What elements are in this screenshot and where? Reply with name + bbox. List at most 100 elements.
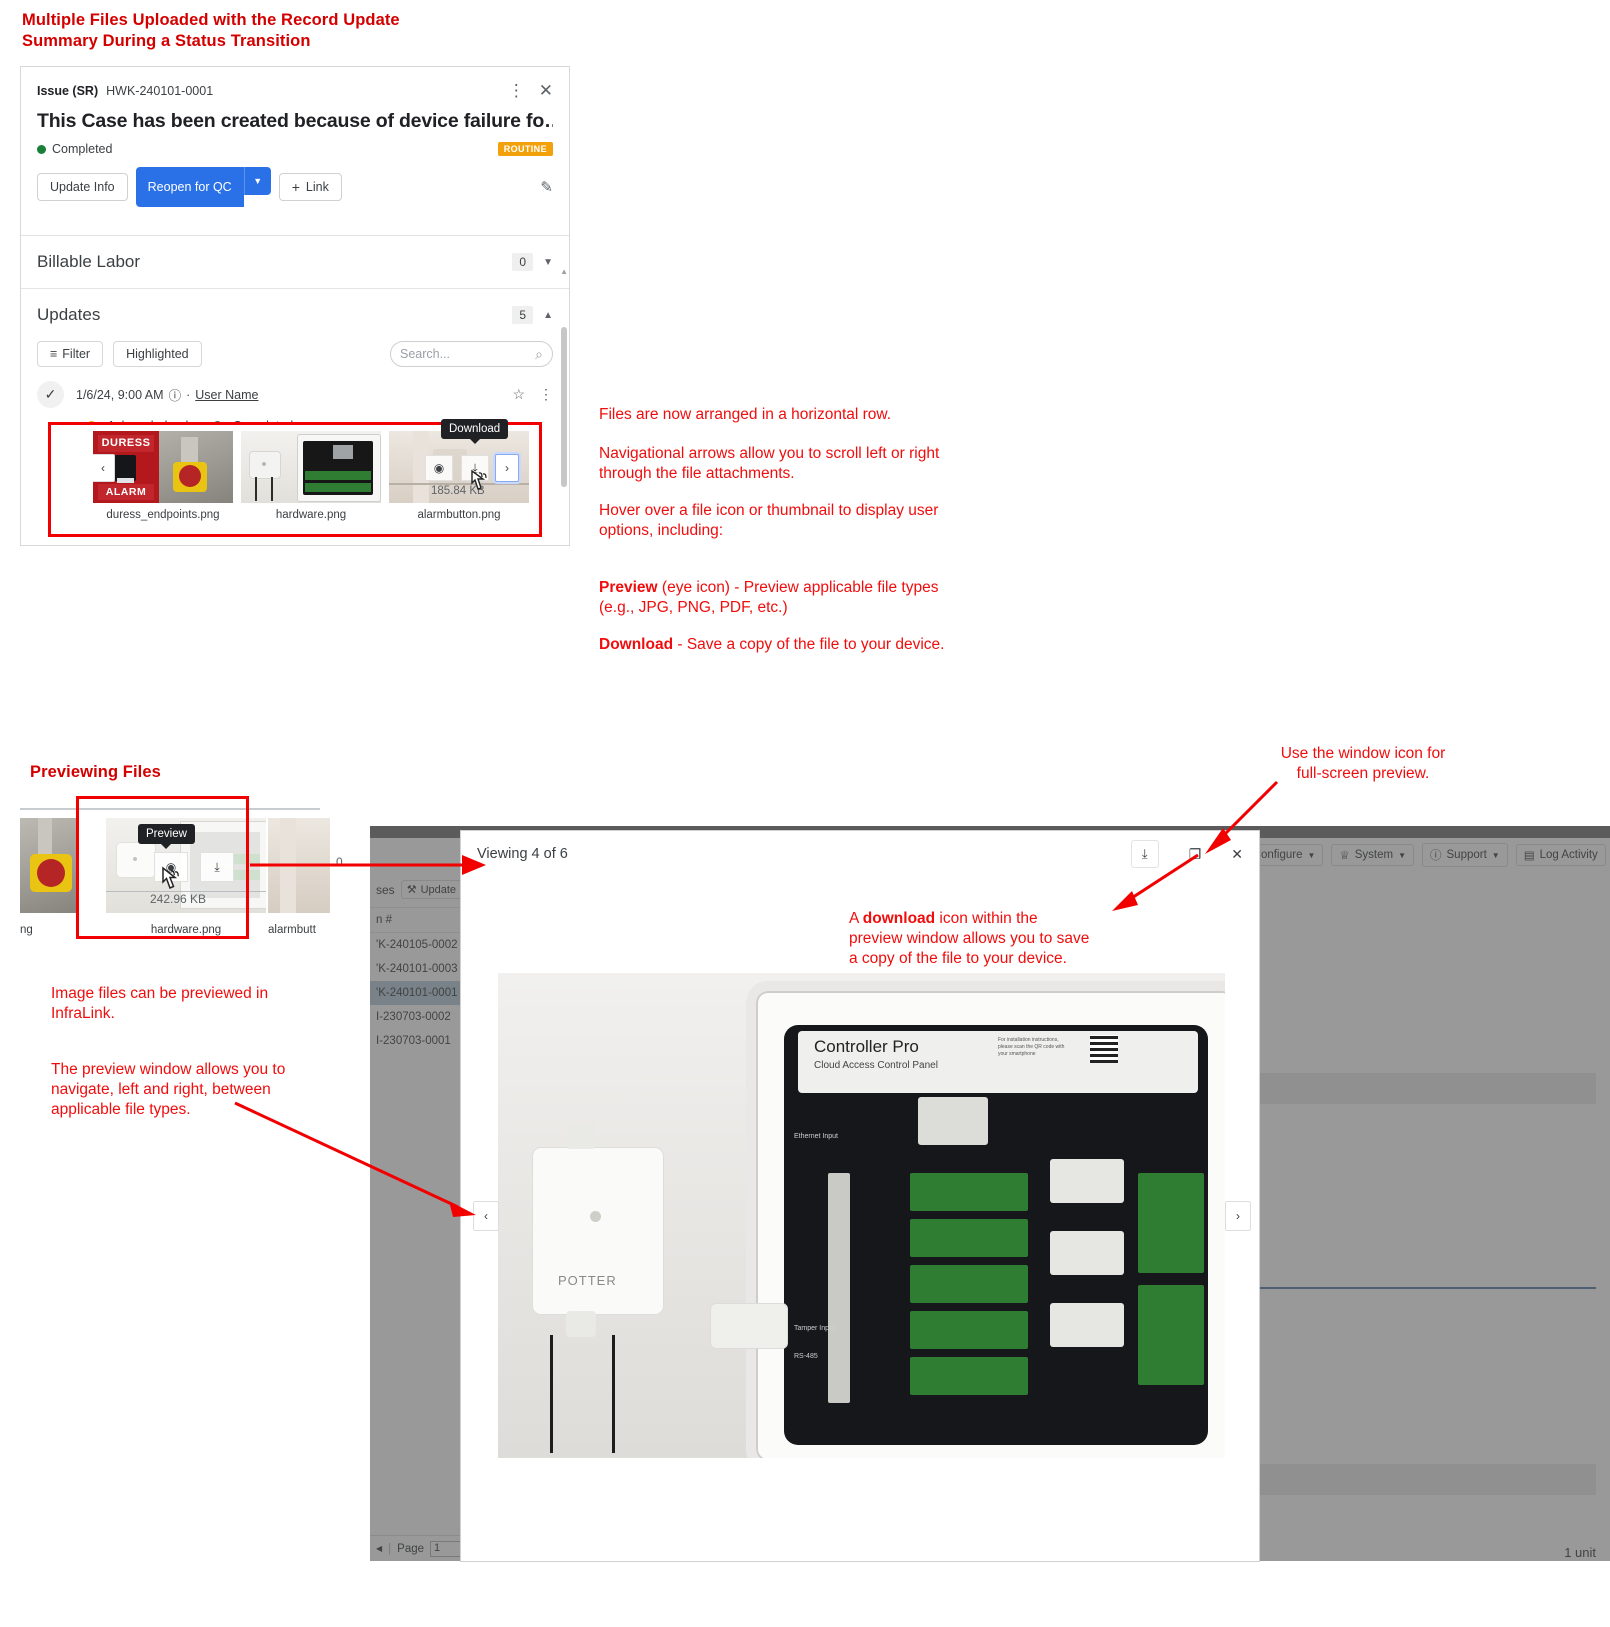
- issue-type-label: Issue (SR): [37, 84, 99, 98]
- issue-action-buttons: Update Info Reopen for QC ▼ + Link ✎: [37, 167, 553, 207]
- download-tooltip: Download: [441, 419, 509, 444]
- annotation-preview-navigate: The preview window allows you to navigat…: [51, 1061, 286, 1118]
- more-options-icon[interactable]: ⋮: [508, 81, 525, 101]
- file-item-hovered[interactable]: ◉ ⤓ 185.84 KB alarmbutton.png Download ›: [389, 419, 529, 521]
- file-thumbnail-row: DURESS ALARM ‹ duress_endpoints.png hard…: [51, 419, 539, 521]
- annotation-files-horizontal: Files are now arranged in a horizontal r…: [599, 406, 892, 423]
- file-strip-prev-arrow[interactable]: ‹: [93, 454, 115, 482]
- viewing-counter: Viewing 4 of 6: [477, 846, 568, 862]
- updates-title: Updates: [37, 305, 101, 324]
- file-thumbnail-partial-left[interactable]: [20, 818, 78, 913]
- filter-button[interactable]: ≡ Filter: [37, 341, 104, 367]
- file-strip-next-arrow[interactable]: ›: [495, 454, 519, 482]
- file-name: duress_endpoints.png: [106, 509, 220, 521]
- preview-modal-header: Viewing 4 of 6 ⤓ ❐ ✕: [461, 831, 1259, 877]
- annotation-download-pre: A: [849, 910, 863, 927]
- preview-image-label-tamper: Tamper Input: [794, 1325, 835, 1332]
- info-icon[interactable]: ⓘ: [169, 385, 182, 404]
- reopen-for-qc-button[interactable]: Reopen for QC: [135, 167, 244, 207]
- issue-card-body: Billable Labor 0 ▼ Updates 5 ▲ ≡ Filter …: [21, 235, 569, 433]
- billable-labor-title: Billable Labor: [37, 252, 141, 271]
- preview-next-arrow[interactable]: ›: [1225, 1201, 1251, 1231]
- annotation-download: Download - Save a copy of the file to yo…: [599, 615, 1029, 655]
- section-updates[interactable]: Updates 5 ▲: [21, 289, 569, 341]
- search-input[interactable]: Search... ⌕: [390, 341, 553, 367]
- partial-count-text: 0: [336, 855, 343, 869]
- issue-identity-row: Issue (SR) HWK-240101-0001 ⋮ ✕: [37, 81, 553, 101]
- close-icon[interactable]: ✕: [539, 81, 553, 101]
- file-thumbnail-duress[interactable]: DURESS ALARM ‹: [93, 431, 233, 503]
- fullscreen-window-icon[interactable]: ❐: [1189, 846, 1202, 863]
- annotation-preview-bold: Preview: [599, 579, 658, 596]
- file-thumbnail-partial-right[interactable]: [268, 818, 330, 913]
- status-label: Completed: [52, 142, 113, 156]
- separator: ·: [186, 387, 191, 402]
- file-name: alarmbutton.png: [417, 509, 501, 521]
- link-button[interactable]: + Link: [278, 173, 342, 201]
- annotation-download-rest: - Save a copy of the file to your device…: [673, 636, 945, 653]
- highlighted-button[interactable]: Highlighted: [113, 341, 202, 367]
- update-info-button[interactable]: Update Info: [37, 173, 128, 201]
- annotation-preview: Preview (eye icon) - Preview applicable …: [599, 558, 1019, 618]
- download-icon[interactable]: ⤓: [1130, 840, 1159, 868]
- check-icon: ✓: [37, 381, 64, 408]
- issue-card-header: Issue (SR) HWK-240101-0001 ⋮ ✕ This Case…: [21, 67, 569, 221]
- preview-image: Controller Pro Cloud Access Control Pane…: [498, 973, 1225, 1458]
- more-options-icon[interactable]: ⋮: [539, 386, 553, 403]
- preview-highlight-box: [76, 796, 249, 939]
- preview-image-sensor-brand: POTTER: [558, 1273, 617, 1288]
- chevron-up-icon[interactable]: ▲: [543, 310, 553, 321]
- annotation-image-files-preview: Image files can be previewed in InfraLin…: [51, 985, 269, 1022]
- section-billable-labor[interactable]: Billable Labor 0 ▼: [21, 236, 569, 288]
- update-user-link[interactable]: User Name: [195, 388, 258, 402]
- search-icon[interactable]: ⌕: [535, 346, 543, 363]
- search-placeholder: Search...: [400, 347, 451, 361]
- file-name-partial: ng: [20, 924, 33, 936]
- issue-record-id: HWK-240101-0001: [106, 84, 214, 98]
- billable-labor-count: 0: [512, 253, 534, 271]
- file-thumbnail-hardware[interactable]: [241, 431, 381, 503]
- issue-status-row: Completed ROUTINE: [37, 142, 553, 156]
- filter-icon: ≡: [50, 347, 58, 361]
- preview-eye-icon[interactable]: ◉: [425, 455, 453, 481]
- status-dot-icon: [37, 144, 46, 154]
- link-button-label: Link: [305, 180, 329, 194]
- mouse-cursor-icon: [471, 469, 487, 490]
- annotation-hover-options: Hover over a file icon or thumbnail to d…: [599, 502, 939, 539]
- filter-label: Filter: [62, 347, 91, 361]
- annotation-nav-arrows: Navigational arrows allow you to scroll …: [599, 445, 940, 482]
- panel-scrollbar[interactable]: [561, 272, 567, 545]
- preview-prev-arrow[interactable]: ‹: [473, 1201, 499, 1231]
- file-item[interactable]: hardware.png: [241, 431, 381, 521]
- chevron-down-icon[interactable]: ▼: [543, 257, 553, 268]
- priority-badge: ROUTINE: [497, 142, 553, 156]
- status-badge: Completed: [37, 142, 112, 156]
- file-name: hardware.png: [275, 509, 347, 521]
- close-icon[interactable]: ✕: [1231, 846, 1243, 863]
- annotation-download-bold2: download: [862, 910, 936, 927]
- chevron-down-icon[interactable]: ▼: [243, 167, 271, 195]
- preview-image-brand: Controller Pro: [814, 1037, 919, 1056]
- file-name-partial: alarmbutt: [268, 924, 316, 936]
- scroll-up-arrow-icon[interactable]: ▲: [560, 267, 568, 276]
- plus-icon: +: [291, 179, 300, 195]
- qr-code-icon: [1090, 1035, 1118, 1063]
- file-item[interactable]: DURESS ALARM ‹ duress_endpoints.png: [93, 431, 233, 521]
- updates-toolbar: ≡ Filter Highlighted Search... ⌕: [21, 341, 569, 367]
- preview-image-label-rs485: RS-485: [794, 1353, 818, 1360]
- update-entry-header: ✓ 1/6/24, 9:00 AM ⓘ · User Name ☆ ⋮: [21, 367, 569, 408]
- annotation-download-in-preview: A download icon within the preview windo…: [849, 889, 1139, 969]
- edit-pencil-icon[interactable]: ✎: [540, 178, 553, 196]
- section-title-multiple-files: Multiple Files Uploaded with the Record …: [22, 11, 400, 50]
- preview-image-subtitle: Cloud Access Control Panel: [814, 1060, 938, 1071]
- section-title-previewing-files: Previewing Files: [30, 763, 161, 781]
- annotation-window-icon: Use the window icon for full-screen prev…: [1280, 745, 1446, 782]
- preview-image-qr-note: For installation instructions, please sc…: [998, 1037, 1065, 1057]
- star-icon[interactable]: ☆: [512, 386, 525, 403]
- issue-title: This Case has been created because of de…: [37, 110, 553, 132]
- updates-count: 5: [512, 306, 534, 324]
- preview-image-label-ethernet: Ethernet Input: [794, 1133, 838, 1140]
- update-timestamp: 1/6/24, 9:00 AM: [76, 387, 164, 402]
- annotation-download-bold: Download: [599, 636, 674, 653]
- file-attachment-strip: DURESS ALARM ‹ duress_endpoints.png hard…: [48, 419, 542, 537]
